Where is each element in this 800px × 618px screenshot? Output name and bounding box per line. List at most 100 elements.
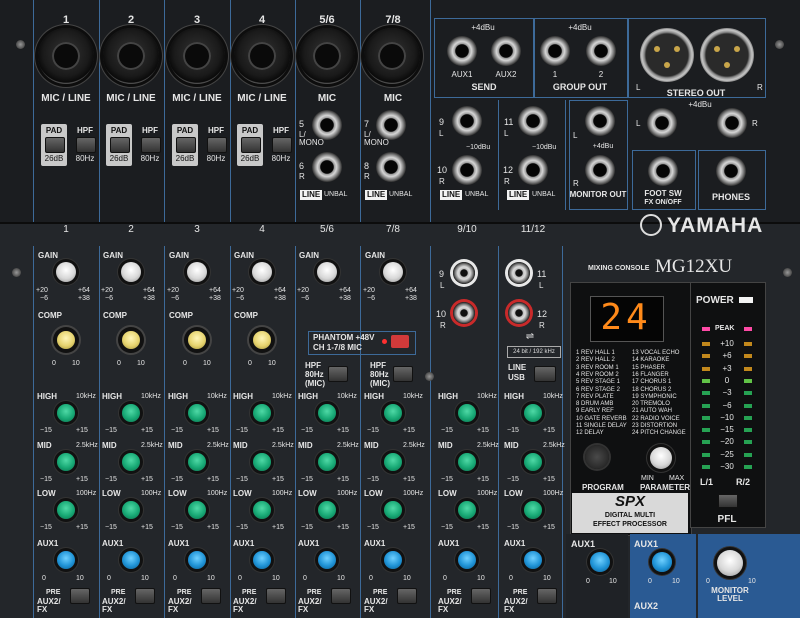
pad-button-3[interactable] (176, 137, 196, 153)
pad-button-4[interactable] (241, 137, 261, 153)
eq-mid-knob-6[interactable] (384, 453, 402, 471)
pre-button-4[interactable] (266, 588, 286, 604)
param-min: MIN (641, 475, 654, 482)
eq-low-knob-4[interactable] (253, 501, 271, 519)
aux2-send-jack[interactable] (491, 36, 521, 66)
monitor-out-r-jack[interactable] (585, 155, 615, 185)
comp-knob-4[interactable] (253, 331, 271, 349)
comp-knob-2[interactable] (122, 331, 140, 349)
master-aux1-knob[interactable] (652, 552, 672, 572)
combo-jack-4[interactable] (234, 28, 290, 84)
eq-mid-knob-5[interactable] (318, 453, 336, 471)
phantom-switch[interactable] (391, 335, 409, 348)
foot-sw-jack[interactable] (648, 156, 678, 186)
eq-high-knob-7[interactable] (458, 404, 476, 422)
eq-mid-knob-4[interactable] (253, 453, 271, 471)
xlr-jack-5-6[interactable] (299, 28, 355, 84)
stereo-out-l-jack[interactable] (647, 108, 677, 138)
pre-button-8[interactable] (537, 588, 557, 604)
rca-11-white[interactable] (508, 262, 530, 284)
group-out-1-jack[interactable] (540, 36, 570, 66)
line-jack-10[interactable] (452, 155, 482, 185)
pad-button-2[interactable] (110, 137, 130, 153)
combo-jack-3[interactable] (169, 28, 225, 84)
line-jack-6[interactable] (312, 152, 342, 182)
hpf-button-1[interactable] (76, 137, 96, 153)
eq-high-knob-1[interactable] (57, 404, 75, 422)
comp-knob-1[interactable] (57, 331, 75, 349)
group-out-2-jack[interactable] (586, 36, 616, 66)
eq-mid-knob-1[interactable] (57, 453, 75, 471)
gain-knob-2[interactable] (121, 262, 141, 282)
eq-low-knob-8[interactable] (524, 501, 542, 519)
gain-knob-6[interactable] (383, 262, 403, 282)
line-jack-11[interactable] (518, 106, 548, 136)
line-jack-8[interactable] (376, 152, 406, 182)
gain-knob-4[interactable] (252, 262, 272, 282)
pre-button-6[interactable] (397, 588, 417, 604)
combo-jack-2[interactable] (103, 28, 159, 84)
eq-mid-knob-3[interactable] (188, 453, 206, 471)
pre-button-7[interactable] (471, 588, 491, 604)
hpf-button-3[interactable] (207, 137, 227, 153)
pad-button-1[interactable] (45, 137, 65, 153)
pre-button-1[interactable] (70, 588, 90, 604)
eq-low-knob-2[interactable] (122, 501, 140, 519)
eq-low-knob-3[interactable] (188, 501, 206, 519)
aux1-knob-3[interactable] (188, 551, 206, 569)
hpf-button-2[interactable] (141, 137, 161, 153)
line-usb-switch[interactable] (534, 366, 556, 382)
gain-knob-1[interactable] (56, 262, 76, 282)
aux1-knob-6[interactable] (384, 551, 402, 569)
rca-9-white[interactable] (453, 262, 475, 284)
eq-max: +15 (403, 476, 415, 483)
eq-high-knob-2[interactable] (122, 404, 140, 422)
aux1-send-jack[interactable] (447, 36, 477, 66)
strip-number: 2 (128, 224, 134, 235)
pre-button-3[interactable] (201, 588, 221, 604)
pre-button-5[interactable] (331, 588, 351, 604)
eq-low-knob-6[interactable] (384, 501, 402, 519)
combo-jack-1[interactable] (38, 28, 94, 84)
hpf-button-7-8[interactable] (393, 366, 413, 382)
line-jack-9[interactable] (452, 106, 482, 136)
aux1-knob-7[interactable] (458, 551, 476, 569)
stereo-out-l-xlr[interactable] (640, 28, 694, 82)
stereo-out-r-jack[interactable] (717, 108, 747, 138)
parameter-knob[interactable] (650, 447, 672, 469)
fx-aux1-knob[interactable] (590, 552, 610, 572)
eq-mid-knob-2[interactable] (122, 453, 140, 471)
aux1-knob-1[interactable] (57, 551, 75, 569)
aux1-knob-5[interactable] (318, 551, 336, 569)
aux1-knob-8[interactable] (524, 551, 542, 569)
xlr-jack-7-8[interactable] (364, 28, 420, 84)
line-jack-12[interactable] (518, 155, 548, 185)
eq-high-knob-5[interactable] (318, 404, 336, 422)
eq-high-knob-6[interactable] (384, 404, 402, 422)
eq-low-knob-1[interactable] (57, 501, 75, 519)
eq-high-knob-3[interactable] (188, 404, 206, 422)
program-knob[interactable] (585, 445, 609, 469)
eq-low-knob-5[interactable] (318, 501, 336, 519)
eq-high-knob-8[interactable] (524, 404, 542, 422)
rca-12-red[interactable] (508, 302, 530, 324)
stereo-out-r-xlr[interactable] (700, 28, 754, 82)
eq-mid-knob-8[interactable] (524, 453, 542, 471)
gain-knob-3[interactable] (187, 262, 207, 282)
monitor-out-l-jack[interactable] (585, 106, 615, 136)
hpf-button-4[interactable] (272, 137, 292, 153)
eq-low-knob-7[interactable] (458, 501, 476, 519)
eq-high-knob-4[interactable] (253, 404, 271, 422)
eq-mid-knob-7[interactable] (458, 453, 476, 471)
comp-knob-3[interactable] (188, 331, 206, 349)
aux1-knob-2[interactable] (122, 551, 140, 569)
pfl-button[interactable] (718, 494, 738, 508)
pre-button-2[interactable] (135, 588, 155, 604)
aux1-knob-4[interactable] (253, 551, 271, 569)
meter-led-l (702, 428, 710, 433)
gain-knob-5[interactable] (317, 262, 337, 282)
rca-10-red[interactable] (453, 302, 475, 324)
phones-jack[interactable] (716, 156, 746, 186)
monitor-level-knob[interactable] (717, 550, 743, 576)
hpf-button-5-6[interactable] (328, 366, 348, 382)
